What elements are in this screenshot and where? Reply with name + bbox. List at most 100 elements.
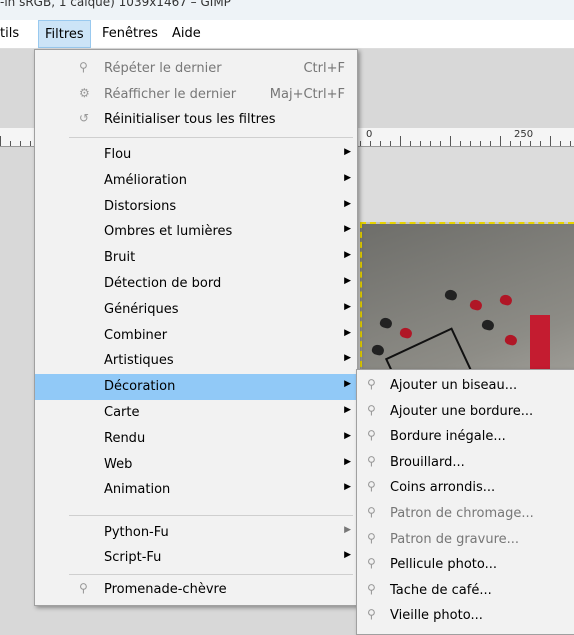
window-title: -in sRGB, 1 calque) 1039x1467 – GIMP — [0, 0, 231, 9]
ruler-tick — [0, 136, 1, 146]
ruler-tick — [570, 141, 571, 146]
ruler-tick — [490, 141, 491, 146]
submenu-arrow-icon: ▶ — [344, 147, 351, 157]
submenu-arrow-icon: ▶ — [344, 525, 351, 535]
menu-item-reshow-last[interactable]: ⚙ Réafficher le dernier Maj+Ctrl+F — [35, 82, 357, 108]
submenu-arrow-icon: ▶ — [344, 430, 351, 441]
ruler-label-250: 250 — [514, 129, 534, 140]
ruler-tick — [530, 141, 531, 146]
goat-icon: ⚲ — [79, 581, 88, 595]
script-fu-icon: ⚲ — [367, 556, 376, 571]
ruler-tick — [420, 141, 421, 146]
script-fu-icon: ⚲ — [367, 402, 376, 417]
menu-item-goat-exercise[interactable]: ⚲ Promenade-chèvre — [35, 577, 357, 603]
submenu-arrow-icon: ▶ — [344, 550, 351, 560]
submenu-item-decoration[interactable]: ⚲ Patron de gravure... — [357, 527, 574, 553]
script-fu-icon: ⚲ — [367, 377, 376, 391]
ruler-tick — [440, 141, 441, 146]
submenu-item-decoration[interactable]: ⚲ Pellicule photo... — [357, 552, 574, 578]
submenu-item-decoration[interactable]: ⚲ Patron de chromage... — [357, 501, 574, 527]
ruler-tick — [10, 141, 11, 146]
menu-item-category[interactable]: Combiner ▶ — [35, 323, 357, 349]
submenu-item-decoration[interactable]: ⚲ Vieille photo... — [357, 603, 574, 629]
ruler-tick — [380, 141, 381, 146]
submenu-arrow-icon: ▶ — [344, 353, 351, 364]
menu-item-category[interactable]: Rendu ▶ — [35, 426, 357, 452]
menu-item-category[interactable]: Animation ▶ — [35, 477, 357, 503]
ruler-tick — [500, 136, 501, 146]
menu-separator — [69, 574, 353, 575]
script-fu-icon: ⚲ — [367, 530, 376, 545]
ruler-tick — [450, 136, 451, 146]
ruler-tick — [360, 141, 361, 146]
menu-item-category[interactable]: Flou ▶ — [35, 142, 357, 168]
ruler-tick — [460, 141, 461, 146]
submenu-arrow-icon: ▶ — [344, 224, 351, 235]
menu-item-python-fu[interactable]: Python-Fu ▶ — [35, 520, 357, 546]
menu-filtres[interactable]: Filtres — [38, 20, 91, 48]
menu-fenetres[interactable]: Fenêtres — [102, 26, 158, 41]
submenu-arrow-icon: ▶ — [344, 379, 351, 390]
ruler-tick — [30, 141, 31, 146]
ruler-tick — [470, 141, 471, 146]
menu-item-category[interactable]: Détection de bord ▶ — [35, 271, 357, 297]
submenu-item-decoration[interactable]: ⚲ Brouillard... — [357, 450, 574, 476]
menu-item-script-fu[interactable]: Script-Fu ▶ — [35, 545, 357, 571]
submenu-arrow-icon: ▶ — [344, 250, 351, 261]
ruler-tick — [20, 141, 21, 146]
submenu-arrow-icon: ▶ — [344, 301, 351, 312]
ruler-tick — [550, 136, 551, 146]
ruler-tick — [540, 141, 541, 146]
menu-item-category[interactable]: Génériques ▶ — [35, 297, 357, 323]
ruler-tick — [510, 141, 511, 146]
repeat-icon: ⚲ — [79, 60, 88, 74]
menu-bar: tils Filtres Fenêtres Aide — [0, 20, 574, 49]
ruler-tick — [390, 141, 391, 146]
menu-item-category[interactable]: Bruit ▶ — [35, 245, 357, 271]
menu-item-category[interactable]: Amélioration ▶ — [35, 168, 357, 194]
ruler-tick — [560, 141, 561, 146]
script-fu-icon: ⚲ — [367, 607, 376, 622]
submenu-item-decoration[interactable]: ⚲ Ajouter une bordure... — [357, 399, 574, 425]
filters-menu: ⚲ Répéter le dernier Ctrl+F ⚙ Réafficher… — [34, 49, 358, 606]
menu-item-category[interactable]: Web ▶ — [35, 452, 357, 478]
menu-item-category[interactable]: Artistiques ▶ — [35, 348, 357, 374]
submenu-item-decoration[interactable]: ⚲ Bordure inégale... — [357, 424, 574, 450]
menu-separator — [69, 515, 353, 516]
ruler-tick — [430, 141, 431, 146]
submenu-item-decoration[interactable]: ⚲ Ajouter un biseau... — [357, 373, 574, 399]
script-fu-icon: ⚲ — [367, 505, 376, 519]
reshow-icon: ⚙ — [79, 86, 90, 100]
menu-item-category[interactable]: Décoration ▶ — [35, 374, 357, 401]
reset-icon: ↺ — [79, 111, 90, 125]
script-fu-icon: ⚲ — [367, 428, 376, 443]
submenu-arrow-icon: ▶ — [344, 405, 351, 415]
menu-separator — [69, 137, 353, 138]
decoration-submenu: ⚲ Ajouter un biseau... ⚲ Ajouter une bordur… — [356, 369, 574, 635]
submenu-arrow-icon: ▶ — [344, 327, 351, 338]
submenu-item-decoration[interactable]: ⚲ Coins arrondis... — [357, 475, 574, 501]
menu-item-category[interactable]: Distorsions ▶ — [35, 194, 357, 220]
ruler-tick — [410, 141, 411, 146]
submenu-arrow-icon: ▶ — [344, 198, 351, 209]
window-title-bar: -in sRGB, 1 calque) 1039x1467 – GIMP — [0, 0, 574, 20]
menu-outils[interactable]: tils — [0, 26, 19, 41]
ruler-tick — [370, 141, 371, 146]
submenu-arrow-icon: ▶ — [344, 172, 351, 183]
menu-item-category[interactable]: Ombres et lumières ▶ — [35, 219, 357, 245]
script-fu-icon: ⚲ — [367, 581, 376, 596]
submenu-arrow-icon: ▶ — [344, 276, 351, 286]
submenu-arrow-icon: ▶ — [344, 456, 351, 467]
menu-item-category[interactable]: Carte ▶ — [35, 400, 357, 426]
submenu-arrow-icon: ▶ — [344, 482, 351, 493]
script-fu-icon: ⚲ — [367, 479, 376, 494]
ruler-label-0: 0 — [366, 129, 373, 140]
submenu-item-decoration[interactable]: ⚲ Tache de café... — [357, 578, 574, 604]
menu-aide[interactable]: Aide — [172, 26, 201, 41]
ruler-tick — [480, 141, 481, 146]
ruler-tick — [400, 136, 401, 146]
script-fu-icon: ⚲ — [367, 453, 376, 468]
menu-item-repeat-last[interactable]: ⚲ Répéter le dernier Ctrl+F — [35, 56, 357, 82]
menu-item-reset-all-filters[interactable]: ↺ Réinitialiser tous les filtres — [35, 107, 357, 133]
ruler-tick — [520, 141, 521, 146]
